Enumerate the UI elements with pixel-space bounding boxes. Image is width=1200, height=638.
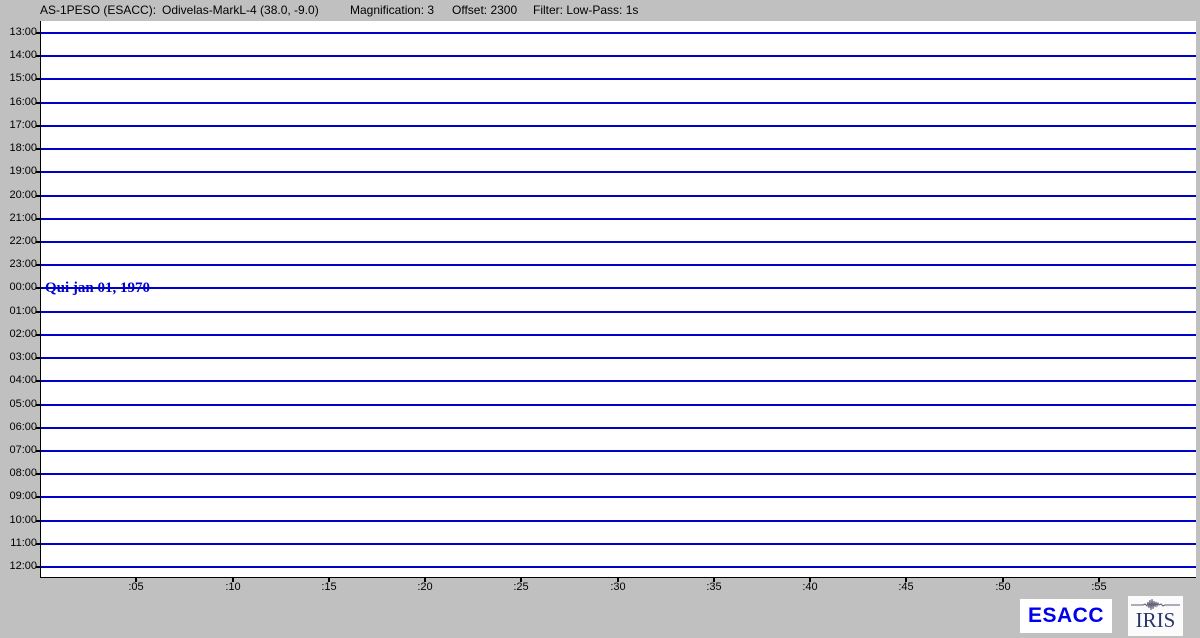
trace-line-2300[interactable] xyxy=(41,264,1196,266)
hour-label-1500: 15:00 xyxy=(0,72,37,85)
magnification-label: Magnification: 3 xyxy=(350,3,434,17)
trace-line-0700[interactable] xyxy=(41,450,1196,452)
trace-line-1500[interactable] xyxy=(41,78,1196,80)
offset-label: Offset: 2300 xyxy=(452,3,517,17)
iris-logo-text: IRIS xyxy=(1136,610,1176,631)
trace-line-1700[interactable] xyxy=(41,125,1196,127)
trace-line-0800[interactable] xyxy=(41,473,1196,475)
minute-label-30: :30 xyxy=(598,581,638,594)
hour-label-1400: 14:00 xyxy=(0,49,37,62)
trace-line-0900[interactable] xyxy=(41,496,1196,498)
hour-label-0300: 03:00 xyxy=(0,351,37,364)
hour-label-0000: 00:00 xyxy=(0,281,37,294)
trace-line-2200[interactable] xyxy=(41,241,1196,243)
minute-label-05: :05 xyxy=(116,581,156,594)
hour-label-0800: 08:00 xyxy=(0,467,37,480)
hour-label-0500: 05:00 xyxy=(0,398,37,411)
hour-tick xyxy=(36,218,40,220)
iris-logo: IRIS xyxy=(1128,596,1183,636)
hour-label-1700: 17:00 xyxy=(0,119,37,132)
hour-tick xyxy=(36,496,40,498)
hour-tick xyxy=(36,311,40,313)
hour-label-0400: 04:00 xyxy=(0,374,37,387)
hour-label-1300: 13:00 xyxy=(0,26,37,39)
hour-tick xyxy=(36,125,40,127)
trace-line-1200[interactable] xyxy=(41,566,1196,568)
minute-label-15: :15 xyxy=(309,581,349,594)
hour-label-0900: 09:00 xyxy=(0,490,37,503)
station-id-label: AS-1PESO (ESACC): xyxy=(40,3,156,17)
hour-label-0600: 06:00 xyxy=(0,421,37,434)
hour-tick xyxy=(36,543,40,545)
minute-label-20: :20 xyxy=(405,581,445,594)
trace-line-0000[interactable] xyxy=(41,287,1196,289)
trace-line-0600[interactable] xyxy=(41,427,1196,429)
hour-tick xyxy=(36,264,40,266)
hour-tick xyxy=(36,334,40,336)
hour-tick xyxy=(36,427,40,429)
filter-label: Filter: Low-Pass: 1s xyxy=(533,3,638,17)
minute-label-25: :25 xyxy=(501,581,541,594)
hour-tick xyxy=(36,102,40,104)
hour-label-2000: 20:00 xyxy=(0,189,37,202)
hour-label-1600: 16:00 xyxy=(0,96,37,109)
trace-line-1400[interactable] xyxy=(41,55,1196,57)
esacc-logo-text: ESACC xyxy=(1028,604,1104,628)
minute-label-55: :55 xyxy=(1079,581,1119,594)
hour-tick xyxy=(36,32,40,34)
hour-tick xyxy=(36,404,40,406)
trace-line-0300[interactable] xyxy=(41,357,1196,359)
hour-tick xyxy=(36,195,40,197)
hour-tick xyxy=(36,171,40,173)
hour-label-1900: 19:00 xyxy=(0,165,37,178)
hour-tick xyxy=(36,380,40,382)
trace-line-2100[interactable] xyxy=(41,218,1196,220)
hour-tick xyxy=(36,450,40,452)
hour-tick xyxy=(36,78,40,80)
minute-label-35: :35 xyxy=(694,581,734,594)
hour-label-2200: 22:00 xyxy=(0,235,37,248)
hour-tick xyxy=(36,566,40,568)
hour-tick xyxy=(36,148,40,150)
minute-label-45: :45 xyxy=(886,581,926,594)
esacc-logo: ESACC xyxy=(1020,599,1112,633)
hour-tick xyxy=(36,473,40,475)
trace-line-0400[interactable] xyxy=(41,380,1196,382)
minute-label-40: :40 xyxy=(790,581,830,594)
channel-label: Odivelas-MarkL-4 (38.0, -9.0) xyxy=(162,3,319,17)
hour-tick xyxy=(36,357,40,359)
hour-label-2300: 23:00 xyxy=(0,258,37,271)
hour-label-1200: 12:00 xyxy=(0,560,37,573)
hour-label-1000: 10:00 xyxy=(0,514,37,527)
hour-tick xyxy=(36,55,40,57)
trace-line-0500[interactable] xyxy=(41,404,1196,406)
amaseis-helicorder-window: AS-1PESO (ESACC): Odivelas-MarkL-4 (38.0… xyxy=(0,0,1200,638)
trace-line-0200[interactable] xyxy=(41,334,1196,336)
hour-label-0100: 01:00 xyxy=(0,305,37,318)
hour-label-1100: 11:00 xyxy=(0,537,37,550)
trace-line-1600[interactable] xyxy=(41,102,1196,104)
date-annotation: Qui jan 01, 1970 xyxy=(45,279,150,297)
trace-line-0100[interactable] xyxy=(41,311,1196,313)
hour-tick xyxy=(36,287,40,289)
trace-line-1300[interactable] xyxy=(41,32,1196,34)
trace-line-2000[interactable] xyxy=(41,195,1196,197)
trace-line-1100[interactable] xyxy=(41,543,1196,545)
trace-line-1800[interactable] xyxy=(41,148,1196,150)
hour-tick xyxy=(36,520,40,522)
helicorder-plot-area[interactable]: Qui jan 01, 1970 xyxy=(40,21,1196,578)
trace-line-1900[interactable] xyxy=(41,171,1196,173)
trace-line-1000[interactable] xyxy=(41,520,1196,522)
hour-label-1800: 18:00 xyxy=(0,142,37,155)
hour-label-0700: 07:00 xyxy=(0,444,37,457)
minute-label-10: :10 xyxy=(213,581,253,594)
minute-label-50: :50 xyxy=(983,581,1023,594)
hour-label-0200: 02:00 xyxy=(0,328,37,341)
hour-label-2100: 21:00 xyxy=(0,212,37,225)
hour-tick xyxy=(36,241,40,243)
